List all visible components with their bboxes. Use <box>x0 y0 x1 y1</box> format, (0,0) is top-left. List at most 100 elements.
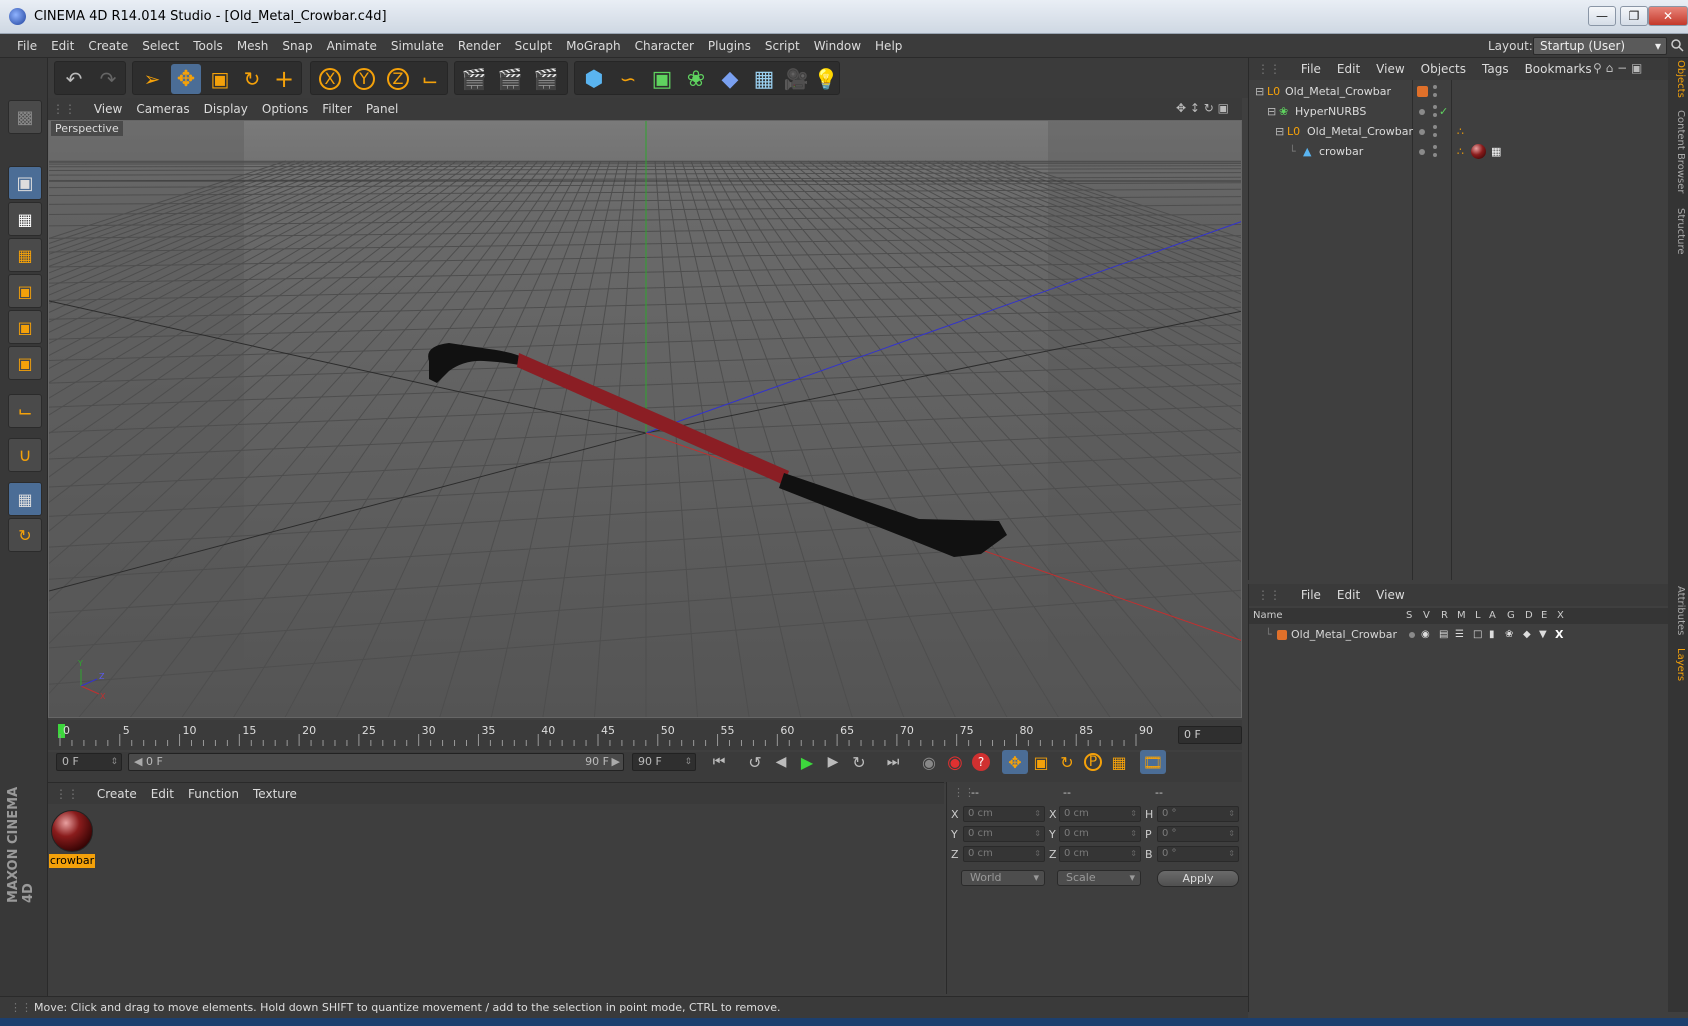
model-mode-button[interactable]: ▣ <box>8 166 42 200</box>
camera-button[interactable]: 🎥 <box>781 64 811 94</box>
uvw-tag-icon[interactable]: ▦ <box>1491 142 1501 161</box>
solo-toggle[interactable] <box>1409 632 1415 638</box>
pos-x-field[interactable]: 0 cm ⇕ <box>963 806 1045 822</box>
layout-dropdown[interactable]: Startup (User) <box>1533 37 1667 55</box>
edges-mode-button[interactable]: ▣ <box>8 310 42 344</box>
next-key-button[interactable]: ↻ <box>846 750 872 774</box>
expand-icon[interactable]: ⊟ <box>1255 82 1264 101</box>
phong-tag-icon[interactable]: ∴ <box>1457 142 1464 161</box>
size-x-field[interactable]: 0 cm ⇕ <box>1059 806 1141 822</box>
rotate-button[interactable]: ↻ <box>237 64 267 94</box>
layer-dot[interactable] <box>1419 129 1425 135</box>
axis-mode-button[interactable]: ⌙ <box>8 394 42 428</box>
z-axis-button[interactable]: Z <box>383 64 413 94</box>
size-mode-dropdown[interactable]: Scale <box>1057 870 1141 886</box>
menu-item-6[interactable]: Snap <box>275 34 319 58</box>
lock-icon[interactable]: □ <box>1473 626 1482 644</box>
editor-visibility-dot[interactable] <box>1433 145 1437 149</box>
phong-tag-icon[interactable]: ∴ <box>1457 122 1464 141</box>
material-swatch[interactable]: crowbar <box>49 808 95 870</box>
xref-icon[interactable]: X <box>1555 626 1563 644</box>
viewport-canvas[interactable]: Y X Z <box>49 121 1242 718</box>
current-frame-field[interactable]: 0 F <box>1178 726 1242 744</box>
object-menu-item-1[interactable]: Edit <box>1329 58 1368 80</box>
end-frame-field[interactable]: 90 F ⇕ <box>632 753 696 771</box>
manager-icon[interactable]: ☰ <box>1455 626 1464 644</box>
play-button[interactable]: ▶ <box>794 750 820 774</box>
layer-row[interactable]: └ Old_Metal_Crowbar ◉ ▤ ☰ □ ▮ ❀ ◆ ▼ X <box>1249 626 1669 644</box>
planar-workplane-button[interactable]: ↻ <box>8 518 42 552</box>
nurbs-button[interactable]: ▣ <box>647 64 677 94</box>
floor-button[interactable]: ▦ <box>749 64 779 94</box>
checkmark-icon[interactable]: ✓ <box>1439 102 1448 121</box>
object-menu-item-4[interactable]: Tags <box>1474 58 1517 80</box>
menu-item-4[interactable]: Tools <box>186 34 230 58</box>
coordinate-system-button[interactable]: ⌙ <box>415 64 445 94</box>
pos-y-field[interactable]: 0 cm ⇕ <box>963 826 1045 842</box>
expand-icon[interactable]: ⊟ <box>1275 122 1284 141</box>
object-row[interactable]: ⊟ ❀ HyperNURBS ✓ <box>1249 102 1669 121</box>
menu-item-7[interactable]: Animate <box>320 34 384 58</box>
key-rotation-button[interactable]: ↻ <box>1054 750 1080 774</box>
render-visibility-dot[interactable] <box>1433 153 1437 157</box>
key-parameter-button[interactable]: P <box>1080 750 1106 774</box>
minimize-button[interactable]: — <box>1588 6 1616 26</box>
start-frame-field[interactable]: 0 F ⇕ <box>56 753 122 771</box>
apply-button[interactable]: Apply <box>1157 870 1239 887</box>
viewport-menu-item-0[interactable]: View <box>87 98 129 120</box>
render-settings-button[interactable]: 🎬 <box>531 64 561 94</box>
object-row[interactable]: ⊟ L0 Old_Metal_Crowbar <box>1249 82 1669 101</box>
spline-button[interactable]: ∽ <box>613 64 643 94</box>
next-frame-button[interactable]: ▶ <box>820 750 846 774</box>
light-button[interactable]: 💡 <box>811 64 841 94</box>
collapse-icon[interactable]: − <box>1617 61 1627 75</box>
x-axis-button[interactable]: X <box>315 64 345 94</box>
y-axis-button[interactable]: Y <box>349 64 379 94</box>
record-keys-button[interactable]: ◉ <box>942 750 968 774</box>
menu-item-5[interactable]: Mesh <box>230 34 276 58</box>
key-scale-button[interactable]: ▣ <box>1028 750 1054 774</box>
layer-color-icon[interactable] <box>1417 86 1428 97</box>
object-row[interactable]: └ ▲ crowbar ∴ ▦ <box>1249 142 1669 161</box>
rot-h-field[interactable]: 0 ° ⇕ <box>1157 806 1239 822</box>
move-button[interactable]: ✥ <box>171 64 201 94</box>
perspective-viewport[interactable]: Y X Z Perspective <box>48 120 1242 718</box>
viewport-nav-icons[interactable]: ✥ ↕ ↻ ▣ <box>1176 101 1229 115</box>
texture-mode-button[interactable]: ▦ <box>8 202 42 236</box>
object-manager-tools[interactable]: ⚲ ⌂ − ▣ <box>1593 61 1642 75</box>
size-z-field[interactable]: 0 cm ⇕ <box>1059 846 1141 862</box>
key-position-button[interactable]: ✥ <box>1002 750 1028 774</box>
deformer-button[interactable]: ◆ <box>715 64 745 94</box>
search-icon[interactable] <box>1670 38 1684 52</box>
tab-structure[interactable]: Structure <box>1670 208 1686 255</box>
material-menu-item-0[interactable]: Create <box>90 783 144 805</box>
frame-range-slider[interactable]: ◀ 0 F 90 F ▶ <box>128 753 624 771</box>
menu-item-12[interactable]: Character <box>628 34 701 58</box>
editor-visibility-dot[interactable] <box>1433 85 1437 89</box>
size-y-field[interactable]: 0 cm ⇕ <box>1059 826 1141 842</box>
editor-visibility-dot[interactable] <box>1433 105 1437 109</box>
pos-z-field[interactable]: 0 cm ⇕ <box>963 846 1045 862</box>
material-tag-icon[interactable] <box>1471 144 1486 159</box>
layer-color-swatch[interactable] <box>1277 630 1287 640</box>
viewport-menu-item-3[interactable]: Options <box>255 98 315 120</box>
cube-object-button[interactable]: ⬢ <box>579 64 609 94</box>
material-menu-item-1[interactable]: Edit <box>144 783 181 805</box>
material-menu-item-3[interactable]: Texture <box>246 783 304 805</box>
viewport-menu-item-5[interactable]: Panel <box>359 98 405 120</box>
generator-icon[interactable]: ❀ <box>1505 626 1513 644</box>
object-menu-item-5[interactable]: Bookmarks <box>1517 58 1600 80</box>
locked-workplane-button[interactable]: ▦ <box>8 482 42 516</box>
layer-dot[interactable] <box>1419 109 1425 115</box>
layer-menu-item-0[interactable]: File <box>1293 584 1329 606</box>
expression-icon[interactable]: ▼ <box>1539 626 1547 644</box>
timeline-window-button[interactable]: 🎞 <box>1140 750 1166 774</box>
redo-button[interactable]: ↷ <box>93 64 123 94</box>
menu-item-13[interactable]: Plugins <box>701 34 758 58</box>
tab-content-browser[interactable]: Content Browser <box>1670 110 1686 193</box>
tab-attributes[interactable]: Attributes <box>1670 586 1686 635</box>
coordinate-mode-dropdown[interactable]: World <box>961 870 1045 886</box>
render-icon[interactable]: ▤ <box>1439 626 1448 644</box>
menu-item-1[interactable]: Edit <box>44 34 81 58</box>
menu-item-0[interactable]: File <box>10 34 44 58</box>
